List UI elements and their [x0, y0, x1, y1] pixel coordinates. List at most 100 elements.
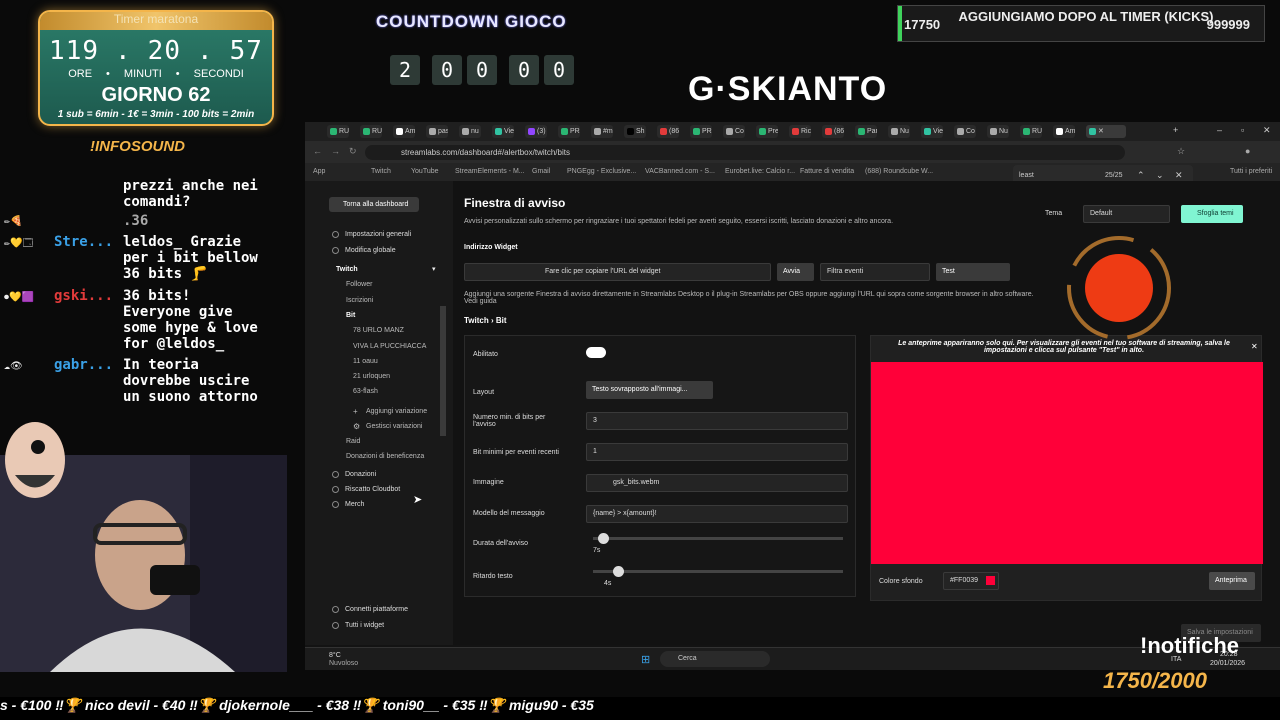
chevron-up-icon[interactable]: ⌃ [1137, 170, 1145, 181]
goal-target: 999999 [1206, 17, 1250, 32]
sidebar-item-connect-platforms[interactable]: Connetti piattaforme [345, 606, 408, 613]
bookmark[interactable]: PNGEgg - Exclusive... [567, 168, 636, 175]
browser-tab[interactable]: RUG [1020, 125, 1042, 138]
close-icon[interactable]: ✕ [1175, 170, 1183, 181]
bookmark[interactable]: (688) Roundcube W... [865, 168, 933, 175]
sidebar-item-raid[interactable]: Raid [346, 438, 360, 445]
browser-tab[interactable]: (86) [657, 125, 679, 138]
bookmark[interactable]: VACBanned.com - S... [645, 168, 715, 175]
back-to-dashboard-button[interactable]: Torna alla dashboard [329, 197, 419, 212]
chevron-down-icon[interactable]: ⌄ [1156, 170, 1164, 181]
enabled-toggle[interactable] [586, 347, 606, 358]
preview-button[interactable]: Anteprima [1209, 572, 1255, 590]
url-input[interactable]: streamlabs.com/dashboard#/alertbox/twitc… [365, 145, 1125, 160]
sidebar-item-subscriptions[interactable]: Iscrizioni [346, 297, 373, 304]
browser-tab[interactable]: Vie [921, 125, 943, 138]
close-icon[interactable]: ✕ [1251, 342, 1258, 351]
add-tab-icon[interactable]: + [1173, 125, 1178, 135]
preview-canvas [871, 362, 1263, 564]
bookmark[interactable]: Gmail [532, 168, 550, 175]
reload-icon[interactable]: ↻ [349, 146, 357, 157]
sidebar-item-variation[interactable]: 78 URLO MANZ [353, 327, 404, 334]
sidebar-item-variation[interactable]: 21 urloquen [353, 373, 390, 380]
browser-tab[interactable]: Sh [624, 125, 646, 138]
theme-select[interactable]: Default [1083, 205, 1170, 223]
browser-tab[interactable]: PRE [558, 125, 580, 138]
browser-tab[interactable]: (86) [822, 125, 844, 138]
delay-slider[interactable] [593, 566, 843, 577]
maximize-icon[interactable]: ▫ [1241, 125, 1244, 135]
bookmark[interactable]: Tutti i preferiti [1230, 168, 1272, 175]
sidebar-item-twitch[interactable]: Twitch [336, 266, 358, 273]
sidebar-scrollbar[interactable] [440, 306, 446, 436]
color-swatch[interactable] [986, 576, 995, 585]
bookmark[interactable]: StreamElements - M... [455, 168, 525, 175]
bookmark[interactable]: Eurobet.live: Calcio r... [725, 168, 795, 175]
template-input[interactable]: {name} > x{amount}! [586, 505, 848, 523]
delay-slider-handle[interactable] [613, 566, 624, 577]
add-variation-button[interactable]: Aggiungi variazione [366, 408, 427, 415]
active-tab[interactable]: ✕ [1086, 125, 1126, 138]
sidebar-item-global-edit[interactable]: Modifica globale [345, 247, 396, 254]
browser-tab[interactable]: Ric [789, 125, 811, 138]
bookmark[interactable]: Fatture di vendita [800, 168, 854, 175]
browser-tab[interactable]: Pre [756, 125, 778, 138]
windows-start-icon[interactable]: ⊞ [641, 653, 650, 666]
duration-slider-handle[interactable] [598, 533, 609, 544]
sidebar-item-variation[interactable]: VIVA LA PUCCHIACCA [353, 343, 426, 350]
chat-username[interactable]: gabr... [54, 357, 113, 373]
forward-icon[interactable]: → [331, 146, 340, 156]
sidebar-item-cloudbot[interactable]: Riscatto Cloudbot [345, 486, 400, 493]
duration-slider[interactable] [593, 533, 843, 544]
close-window-icon[interactable]: ✕ [1263, 125, 1271, 136]
timer-minutes: 20 [147, 36, 181, 66]
browser-tab[interactable]: nu [459, 125, 481, 138]
browser-tab[interactable]: pas [426, 125, 448, 138]
star-icon[interactable]: ☆ [1177, 146, 1185, 157]
sidebar-item-variation[interactable]: 11 oauu [353, 358, 378, 365]
bookmark[interactable]: App [313, 168, 325, 175]
sidebar-item-follower[interactable]: Follower [346, 281, 372, 288]
browse-themes-button[interactable]: Sfoglia temi [1181, 205, 1243, 223]
browser-tab[interactable]: Co [723, 125, 745, 138]
browser-tab[interactable]: Am [393, 125, 415, 138]
bookmark[interactable]: YouTube [411, 168, 439, 175]
min-recent-input[interactable]: 1 [586, 443, 848, 461]
launch-button[interactable]: Avvia [777, 263, 814, 281]
test-button[interactable]: Test [936, 263, 1010, 281]
browser-tab[interactable]: RUG [360, 125, 382, 138]
browser-tab[interactable]: RUG [327, 125, 349, 138]
browser-tab[interactable]: Vie [492, 125, 514, 138]
sidebar-item-variation[interactable]: 63-flash [353, 388, 378, 395]
browser-tab[interactable]: Nu [987, 125, 1009, 138]
image-input[interactable]: gsk_bits.webm [586, 474, 848, 492]
browser-tab[interactable]: Pan [855, 125, 877, 138]
browser-tab[interactable]: PRE [690, 125, 712, 138]
profile-icon[interactable]: ● [1245, 146, 1250, 156]
chat-username[interactable]: Stre... [54, 234, 113, 250]
browser-tab[interactable]: Nu [888, 125, 910, 138]
browser-tab[interactable]: Am [1053, 125, 1075, 138]
widget-url-field[interactable]: Fare clic per copiare l'URL del widget [464, 263, 771, 281]
sidebar-item-donations[interactable]: Donazioni [345, 471, 376, 478]
chat-username[interactable]: gski... [54, 288, 113, 304]
sidebar-item-all-widgets[interactable]: Tutti i widget [345, 622, 384, 629]
filter-events-select[interactable]: Filtra eventi [820, 263, 930, 281]
bookmark[interactable]: Twitch [371, 168, 391, 175]
browser-tab[interactable]: #m [591, 125, 613, 138]
goal-bar: 17750 AGGIUNGIAMO DOPO AL TIMER (KICKS) … [897, 5, 1265, 42]
layout-select[interactable]: Testo sovrapposto all'immagi... [586, 381, 713, 399]
sidebar-item-merch[interactable]: Merch [345, 501, 364, 508]
manage-variations-button[interactable]: Gestisci variazioni [366, 423, 422, 430]
sidebar-item-bits[interactable]: Bit [346, 312, 355, 319]
back-icon[interactable]: ← [313, 146, 322, 156]
browser-tab[interactable]: (3) [525, 125, 547, 138]
sidebar-item-general-settings[interactable]: Impostazioni generali [345, 231, 411, 238]
minimize-icon[interactable]: – [1217, 125, 1222, 135]
taskbar-search[interactable]: Cerca [660, 651, 770, 667]
browser-tab[interactable]: Co [954, 125, 976, 138]
find-input[interactable]: least [1019, 172, 1034, 179]
chat-message: ✏🍕 .36 [0, 213, 300, 231]
min-bits-input[interactable]: 3 [586, 412, 848, 430]
sidebar-item-charity[interactable]: Donazioni di beneficenza [346, 453, 424, 460]
